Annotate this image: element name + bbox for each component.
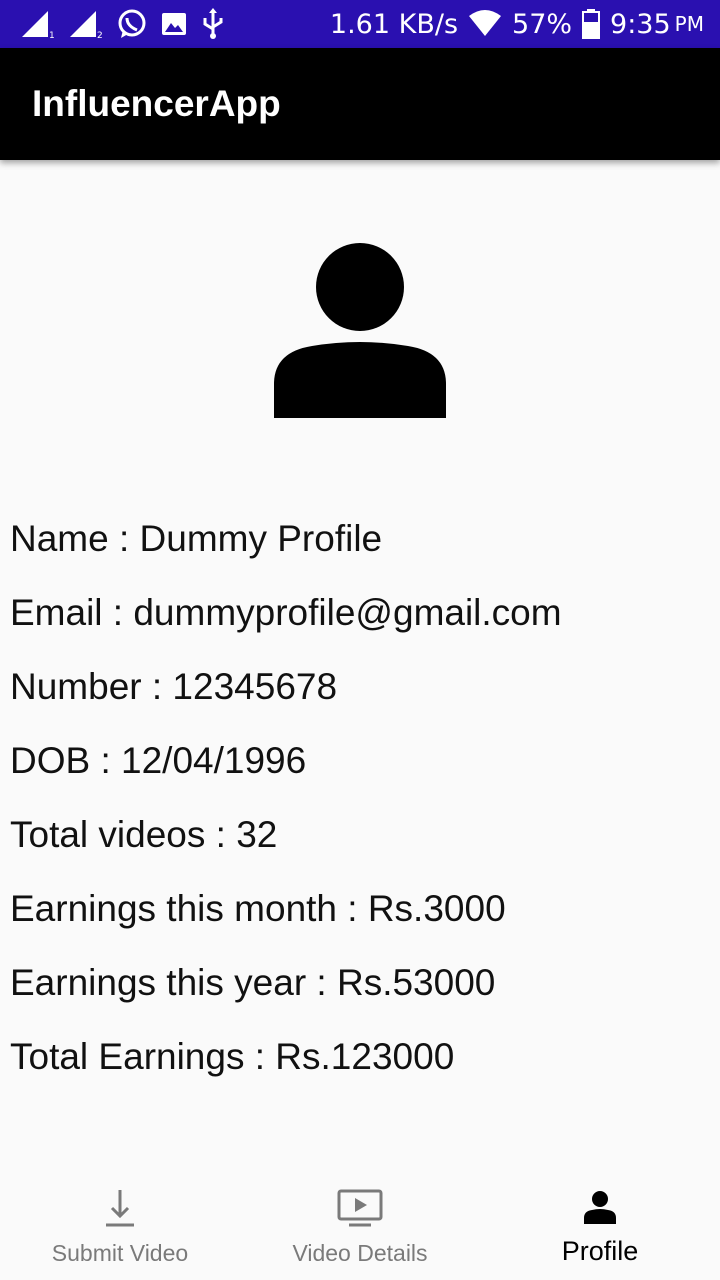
usb-icon <box>200 8 226 40</box>
signal-sim1-icon: 1 <box>20 9 56 39</box>
profile-dob: DOB : 12/04/1996 <box>10 740 307 781</box>
network-speed: 1.61 KB/s <box>329 8 459 40</box>
profile-email: Email : dummyprofile@gmail.com <box>10 592 562 633</box>
app-title: InfluencerApp <box>32 83 281 124</box>
nav-video-details[interactable]: Video Details <box>240 1168 480 1280</box>
profile-earnings-year: Earnings this year : Rs.53000 <box>10 962 496 1003</box>
signal-sim2-icon: 2 <box>68 9 104 39</box>
person-icon <box>582 1186 618 1230</box>
person-icon <box>274 243 446 418</box>
profile-earnings-month: Earnings this month : Rs.3000 <box>10 888 506 929</box>
profile-total-videos: Total videos : 32 <box>10 814 278 855</box>
battery-percent: 57% <box>512 8 573 40</box>
nav-profile[interactable]: Profile <box>480 1168 720 1280</box>
whatsapp-icon <box>116 8 148 40</box>
nav-profile-label: Profile <box>561 1236 639 1266</box>
clock: 9:35 <box>610 8 671 40</box>
nav-submit-video[interactable]: Submit Video <box>0 1168 240 1280</box>
profile-total-earnings: Total Earnings : Rs.123000 <box>10 1036 455 1077</box>
profile-details: Name : Dummy Profile Email : dummyprofil… <box>10 510 710 1102</box>
profile-name: Name : Dummy Profile <box>10 518 383 559</box>
profile-number: Number : 12345678 <box>10 666 338 707</box>
nav-video-details-label: Video Details <box>292 1240 428 1266</box>
svg-text:1: 1 <box>49 31 55 39</box>
wifi-icon <box>468 10 502 38</box>
status-bar-right: 1.61 KB/s 57% 9:35 PM <box>330 9 704 40</box>
bottom-navigation: Submit Video Video Details Profile <box>0 1168 720 1280</box>
clock-ampm: PM <box>674 12 704 36</box>
video-screen-icon <box>337 1186 383 1230</box>
svg-text:2: 2 <box>97 31 103 39</box>
status-bar-left: 1 2 <box>20 8 226 40</box>
profile-avatar <box>272 242 448 418</box>
download-icon <box>102 1186 138 1230</box>
nav-submit-video-label: Submit Video <box>51 1240 189 1266</box>
status-bar: 1 2 1.61 KB/s 57% 9:35 PM <box>0 0 720 48</box>
gallery-icon <box>160 10 188 38</box>
battery-icon <box>582 9 601 39</box>
app-bar: InfluencerApp <box>0 48 720 160</box>
